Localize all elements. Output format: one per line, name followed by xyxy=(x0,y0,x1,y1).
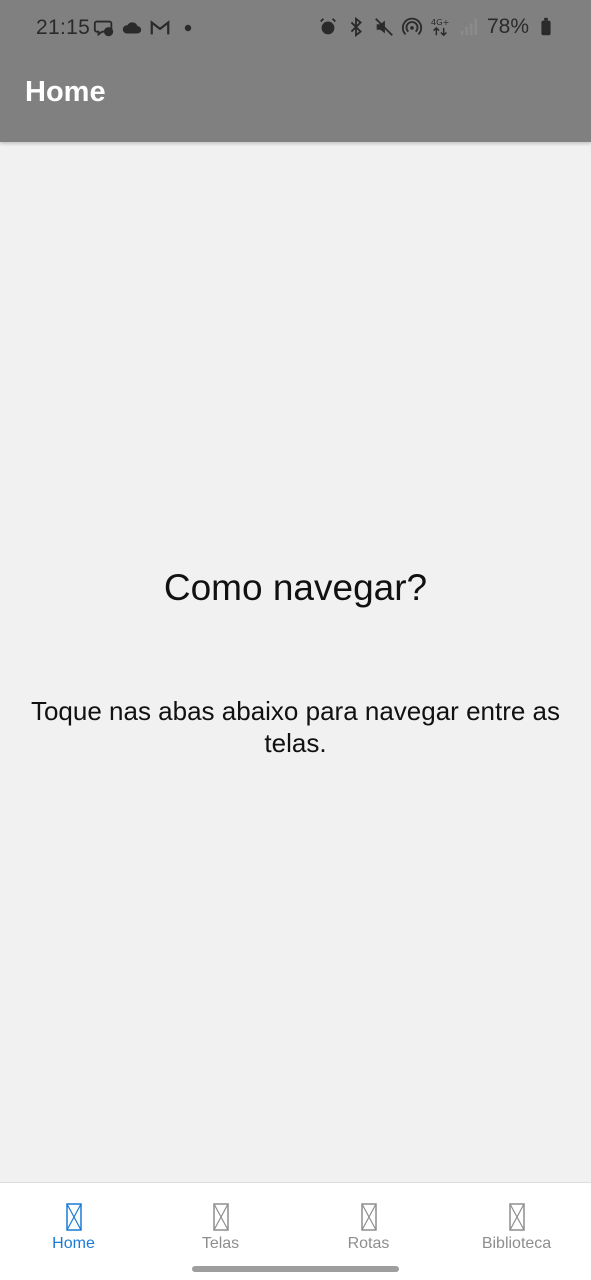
placeholder-icon xyxy=(360,1203,377,1231)
home-indicator[interactable] xyxy=(192,1266,399,1272)
cloud-icon xyxy=(121,17,143,39)
tab-label: Biblioteca xyxy=(481,1235,552,1252)
placeholder-icon xyxy=(65,1203,82,1231)
app-header: 21:15 4G+ 78% Home xyxy=(0,0,591,142)
placeholder-icon xyxy=(508,1203,525,1231)
page-title: Home xyxy=(25,76,106,108)
content-instructions: Toque nas abas abaixo para navegar entre… xyxy=(30,696,561,758)
tab-label: Rotas xyxy=(347,1235,390,1252)
tab-home[interactable]: Home xyxy=(0,1183,147,1263)
battery-percentage: 78% xyxy=(486,15,529,38)
placeholder-icon xyxy=(212,1203,229,1231)
mute-icon xyxy=(373,16,395,38)
network-4g-icon: 4G+ xyxy=(429,16,451,38)
dot-icon xyxy=(177,17,199,39)
tab-telas[interactable]: Telas xyxy=(147,1183,294,1263)
content-heading: Como navegar? xyxy=(163,567,428,608)
main-content: Como navegar? Toque nas abas abaixo para… xyxy=(0,142,591,1182)
status-time: 21:15 xyxy=(36,16,91,39)
hotspot-icon xyxy=(401,16,423,38)
tab-label: Telas xyxy=(201,1235,240,1252)
signal-icon xyxy=(457,16,479,38)
tab-label: Home xyxy=(52,1235,95,1252)
gmail-icon xyxy=(149,17,171,39)
status-left-icons xyxy=(93,17,199,39)
battery-icon xyxy=(535,16,557,38)
status-right-icons: 4G+ 78% xyxy=(317,15,557,39)
svg-text:4G+: 4G+ xyxy=(431,17,450,27)
status-bar: 21:15 4G+ 78% xyxy=(0,0,591,58)
alarm-icon xyxy=(317,16,339,38)
bluetooth-icon xyxy=(345,16,367,38)
tab-biblioteca[interactable]: Biblioteca xyxy=(443,1183,590,1263)
messenger-icon xyxy=(93,17,115,39)
tab-rotas[interactable]: Rotas xyxy=(295,1183,442,1263)
